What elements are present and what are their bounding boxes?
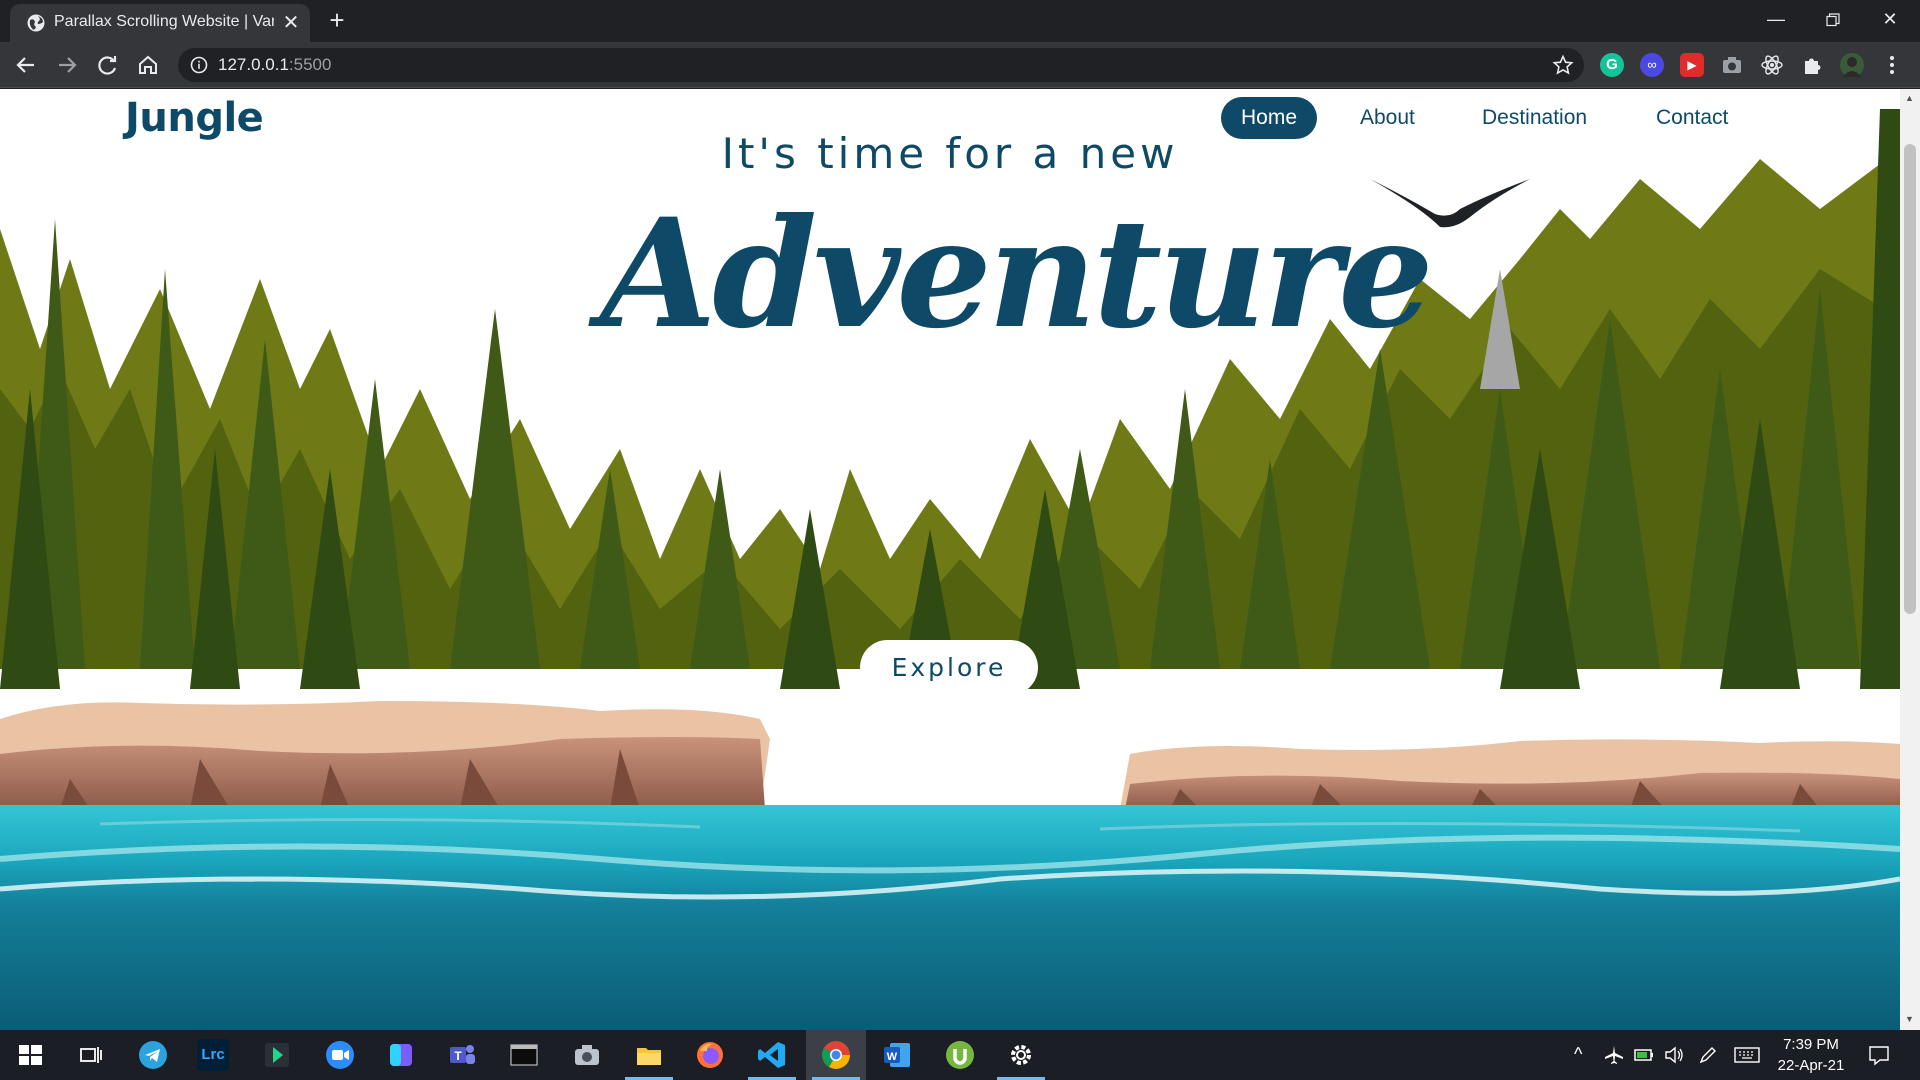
- telegram-icon[interactable]: [137, 1039, 169, 1071]
- restore-icon: [1826, 13, 1840, 27]
- terminal-icon[interactable]: [508, 1039, 540, 1071]
- explore-button[interactable]: Explore: [860, 640, 1038, 695]
- pen-icon[interactable]: [1697, 1044, 1719, 1066]
- clock-time: 7:39 PM: [1783, 1036, 1839, 1053]
- page-viewport: Jungle Home About Destination Contact It…: [0, 89, 1900, 1030]
- reload-icon: [98, 56, 117, 75]
- address-bar[interactable]: 127.0.0.1:5500: [178, 48, 1584, 82]
- windows-taskbar: Lrc T W ^ 7:39 PM 22-Apr-21: [0, 1030, 1920, 1080]
- puzzle-extensions-icon[interactable]: [1800, 53, 1824, 77]
- reload-button[interactable]: [92, 49, 124, 81]
- chrome-icon[interactable]: [820, 1039, 852, 1071]
- teams-icon[interactable]: T: [446, 1039, 478, 1071]
- camera-icon[interactable]: [1720, 53, 1744, 77]
- extension-icon[interactable]: ▶: [1680, 53, 1704, 77]
- task-view-icon[interactable]: [74, 1039, 106, 1071]
- browser-tab[interactable]: Parallax Scrolling Website | Vanill ✕: [10, 4, 310, 42]
- app-icon[interactable]: [261, 1039, 293, 1071]
- nav-about[interactable]: About: [1360, 97, 1415, 139]
- camera-icon[interactable]: [571, 1039, 603, 1071]
- word-icon[interactable]: W: [881, 1039, 913, 1071]
- extension-icon[interactable]: ∞: [1640, 53, 1664, 77]
- nav-destination[interactable]: Destination: [1482, 97, 1587, 139]
- airplane-icon[interactable]: [1603, 1044, 1625, 1066]
- back-button[interactable]: [10, 49, 42, 81]
- scrollbar-thumb[interactable]: [1904, 144, 1916, 614]
- home-button[interactable]: [132, 49, 164, 81]
- restore-button[interactable]: [1805, 0, 1861, 40]
- url-port: :5500: [288, 55, 332, 74]
- url-text: 127.0.0.1:5500: [218, 55, 331, 75]
- react-devtools-icon[interactable]: [1760, 53, 1784, 77]
- forward-button[interactable]: [51, 49, 83, 81]
- svg-text:T: T: [454, 1049, 462, 1063]
- bookmark-star-icon[interactable]: [1552, 54, 1574, 76]
- info-icon: [190, 56, 208, 74]
- minimize-button[interactable]: —: [1748, 0, 1804, 40]
- hero-headline: Adventure: [600, 186, 1434, 362]
- forward-arrow-icon: [59, 57, 77, 73]
- lightroom-label: Lrc: [201, 1046, 225, 1063]
- back-arrow-icon: [16, 57, 34, 73]
- new-tab-button[interactable]: +: [322, 6, 352, 34]
- app-icon[interactable]: [385, 1039, 417, 1071]
- scroll-up-icon[interactable]: ▲: [1905, 93, 1914, 103]
- url-host: 127.0.0.1: [218, 55, 289, 74]
- start-icon[interactable]: [14, 1039, 46, 1071]
- left-cliff: [0, 701, 770, 809]
- nav-contact[interactable]: Contact: [1656, 97, 1728, 139]
- lightroom-icon[interactable]: Lrc: [197, 1039, 229, 1071]
- keyboard-icon[interactable]: [1733, 1044, 1761, 1066]
- profile-avatar[interactable]: [1840, 53, 1864, 77]
- globe-icon: [27, 14, 45, 32]
- vscode-icon[interactable]: [756, 1039, 788, 1071]
- firefox-icon[interactable]: [694, 1039, 726, 1071]
- menu-kebab-icon[interactable]: [1880, 53, 1904, 77]
- tab-close-icon[interactable]: ✕: [280, 10, 302, 35]
- browser-titlebar: Parallax Scrolling Website | Vanill ✕ + …: [0, 0, 1920, 42]
- site-logo[interactable]: Jungle: [125, 95, 264, 141]
- settings-icon[interactable]: [1005, 1039, 1037, 1071]
- file-explorer-icon[interactable]: [633, 1039, 665, 1071]
- volume-icon[interactable]: [1663, 1044, 1685, 1066]
- browser-toolbar: 127.0.0.1:5500 G ∞ ▶: [0, 42, 1920, 88]
- grammarly-icon[interactable]: G: [1600, 53, 1624, 77]
- close-window-button[interactable]: ✕: [1862, 0, 1918, 40]
- battery-icon[interactable]: [1633, 1044, 1655, 1066]
- scroll-down-icon[interactable]: ▼: [1905, 1014, 1914, 1024]
- notifications-icon[interactable]: [1868, 1044, 1890, 1066]
- zoom-icon[interactable]: [324, 1039, 356, 1071]
- desktop: Parallax Scrolling Website | Vanill ✕ + …: [0, 0, 1920, 1080]
- right-cliff: [1120, 739, 1900, 809]
- hero-subtitle: It's time for a new: [721, 129, 1179, 178]
- home-icon: [139, 55, 157, 74]
- chevron-up-icon[interactable]: ^: [1574, 1044, 1582, 1065]
- nav-home[interactable]: Home: [1221, 97, 1318, 139]
- utorrent-icon[interactable]: [944, 1039, 976, 1071]
- system-clock[interactable]: 7:39 PM 22-Apr-21: [1766, 1034, 1856, 1076]
- svg-text:W: W: [887, 1051, 898, 1063]
- page-scrollbar[interactable]: ▲ ▼: [1900, 89, 1920, 1030]
- tab-title: Parallax Scrolling Website | Vanill: [54, 13, 274, 30]
- clock-date: 22-Apr-21: [1777, 1057, 1845, 1074]
